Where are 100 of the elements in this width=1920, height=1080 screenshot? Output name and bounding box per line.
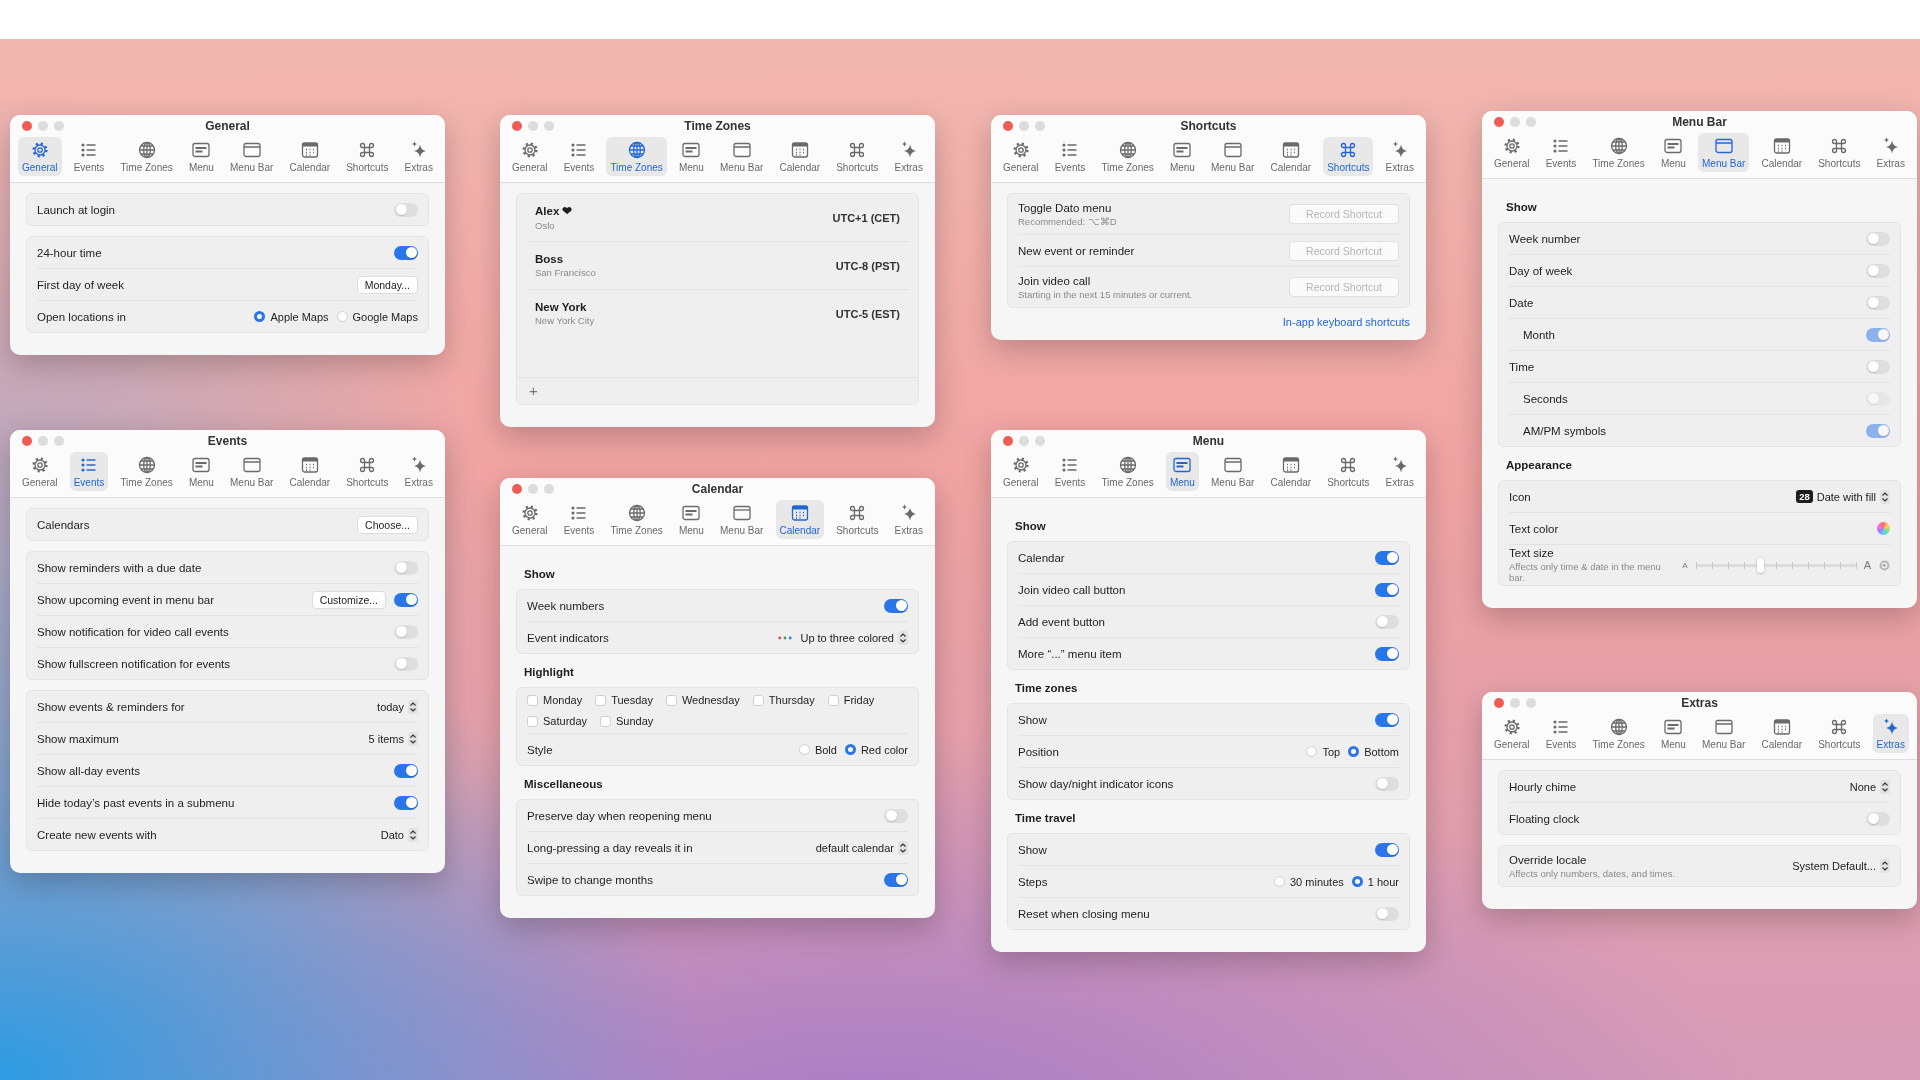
toggle-switch[interactable] xyxy=(1866,359,1890,374)
toolbar-tab[interactable]: General xyxy=(508,500,552,539)
close-button[interactable] xyxy=(22,436,32,446)
popup-button[interactable]: Up to three colored xyxy=(800,630,908,645)
toggle-switch[interactable] xyxy=(394,795,418,810)
toolbar-tab[interactable]: Menu Bar xyxy=(226,452,278,491)
toolbar-tab[interactable]: Menu xyxy=(674,500,708,539)
toggle-switch[interactable] xyxy=(1866,231,1890,246)
toggle-switch[interactable] xyxy=(884,598,908,613)
toolbar-tab[interactable]: Extras xyxy=(890,137,927,176)
checkbox-option[interactable]: Monday xyxy=(527,694,583,706)
toolbar-tab[interactable]: General xyxy=(1490,714,1534,753)
toolbar-tab[interactable]: Extras xyxy=(400,137,437,176)
toggle-switch[interactable] xyxy=(1375,842,1399,857)
zoom-button[interactable] xyxy=(1035,436,1045,446)
toggle-switch[interactable] xyxy=(1866,263,1890,278)
toolbar-tab[interactable]: Time Zones xyxy=(606,500,667,539)
radio-option[interactable]: Bold xyxy=(798,743,837,756)
close-button[interactable] xyxy=(1494,117,1504,127)
toolbar-tab[interactable]: Shortcuts xyxy=(832,500,883,539)
minimize-button[interactable] xyxy=(528,121,538,131)
slider-track[interactable] xyxy=(1695,557,1856,573)
toolbar-tab[interactable]: Menu xyxy=(184,137,218,176)
push-button[interactable]: Monday... xyxy=(356,275,418,294)
toolbar-tab[interactable]: Shortcuts xyxy=(1814,714,1865,753)
reset-icon[interactable] xyxy=(1879,559,1890,571)
minimize-button[interactable] xyxy=(528,484,538,494)
close-button[interactable] xyxy=(1003,436,1013,446)
toolbar-tab[interactable]: Calendar xyxy=(1757,133,1807,172)
checkbox-option[interactable]: Friday xyxy=(827,694,875,706)
toggle-switch[interactable] xyxy=(394,245,418,260)
toggle-switch[interactable] xyxy=(1866,295,1890,310)
checkbox-option[interactable]: Tuesday xyxy=(595,694,653,706)
toolbar-tab[interactable]: Shortcuts xyxy=(342,452,393,491)
toggle-switch[interactable] xyxy=(884,872,908,887)
toggle-switch[interactable] xyxy=(1866,811,1890,826)
popup-button[interactable]: System Default... xyxy=(1792,859,1890,873)
minimize-button[interactable] xyxy=(38,436,48,446)
zoom-button[interactable] xyxy=(1035,121,1045,131)
minimize-button[interactable] xyxy=(1019,121,1029,131)
toolbar-tab[interactable]: Events xyxy=(1050,137,1090,176)
checkbox-option[interactable]: Wednesday xyxy=(665,694,740,706)
radio-option[interactable]: Top xyxy=(1306,745,1341,758)
minimize-button[interactable] xyxy=(1510,698,1520,708)
toggle-switch[interactable] xyxy=(394,656,418,671)
toolbar-tab[interactable]: Calendar xyxy=(285,452,335,491)
toolbar-tab[interactable]: Menu Bar xyxy=(1207,452,1259,491)
close-button[interactable] xyxy=(1494,698,1504,708)
toolbar-tab[interactable]: Extras xyxy=(1872,714,1909,753)
toolbar-tab[interactable]: Time Zones xyxy=(116,452,177,491)
toolbar-tab[interactable]: General xyxy=(18,137,62,176)
toolbar-tab[interactable]: Extras xyxy=(1381,137,1418,176)
toolbar-tab[interactable]: Events xyxy=(69,137,109,176)
toolbar-tab[interactable]: Extras xyxy=(1872,133,1909,172)
popup-button[interactable]: Date with fill xyxy=(1816,489,1890,504)
toggle-switch[interactable] xyxy=(884,808,908,823)
close-button[interactable] xyxy=(1003,121,1013,131)
toolbar-tab[interactable]: General xyxy=(18,452,62,491)
toggle-switch[interactable] xyxy=(1375,582,1399,597)
radio-option[interactable]: Red color xyxy=(844,743,908,756)
toolbar-tab[interactable]: Menu xyxy=(1165,137,1199,176)
push-button[interactable]: Choose... xyxy=(357,515,418,534)
toolbar-tab[interactable]: Time Zones xyxy=(1097,452,1158,491)
toggle-switch[interactable] xyxy=(1375,550,1399,565)
close-button[interactable] xyxy=(22,121,32,131)
minimize-button[interactable] xyxy=(38,121,48,131)
popup-button[interactable]: default calendar xyxy=(815,840,908,855)
toolbar-tab[interactable]: Shortcuts xyxy=(832,137,883,176)
toolbar-tab[interactable]: Shortcuts xyxy=(1323,452,1374,491)
toolbar-tab[interactable]: Extras xyxy=(890,500,927,539)
toolbar-tab[interactable]: Shortcuts xyxy=(1814,133,1865,172)
radio-option[interactable]: Apple Maps xyxy=(254,310,329,323)
toolbar-tab[interactable]: General xyxy=(508,137,552,176)
toggle-switch[interactable] xyxy=(394,560,418,575)
toolbar-tab[interactable]: Events xyxy=(559,137,599,176)
toolbar-tab[interactable]: Calendar xyxy=(775,500,825,539)
toolbar-tab[interactable]: Shortcuts xyxy=(1323,137,1374,176)
checkbox-option[interactable]: Sunday xyxy=(600,715,654,727)
zoom-button[interactable] xyxy=(54,121,64,131)
zoom-button[interactable] xyxy=(544,121,554,131)
toolbar-tab[interactable]: Calendar xyxy=(775,137,825,176)
checkbox-option[interactable]: Saturday xyxy=(527,715,588,727)
toolbar-tab[interactable]: Time Zones xyxy=(116,137,177,176)
toolbar-tab[interactable]: Menu xyxy=(1165,452,1199,491)
zoom-button[interactable] xyxy=(1526,698,1536,708)
toggle-switch[interactable] xyxy=(1375,614,1399,629)
toolbar-tab[interactable]: Menu xyxy=(1656,133,1690,172)
toolbar-tab[interactable]: Time Zones xyxy=(1097,137,1158,176)
toolbar-tab[interactable]: Menu Bar xyxy=(716,500,768,539)
toggle-switch[interactable] xyxy=(1375,776,1399,791)
toolbar-tab[interactable]: Time Zones xyxy=(1588,133,1649,172)
toolbar-tab[interactable]: Calendar xyxy=(1757,714,1807,753)
toolbar-tab[interactable]: Events xyxy=(1541,714,1581,753)
popup-button[interactable]: 5 items xyxy=(368,731,418,746)
toolbar-tab[interactable]: Events xyxy=(69,452,109,491)
customize-button[interactable]: Customize... xyxy=(311,590,386,609)
minimize-button[interactable] xyxy=(1019,436,1029,446)
toolbar-tab[interactable]: Menu Bar xyxy=(226,137,278,176)
toolbar-tab[interactable]: Events xyxy=(1050,452,1090,491)
checkbox-option[interactable]: Thursday xyxy=(752,694,815,706)
